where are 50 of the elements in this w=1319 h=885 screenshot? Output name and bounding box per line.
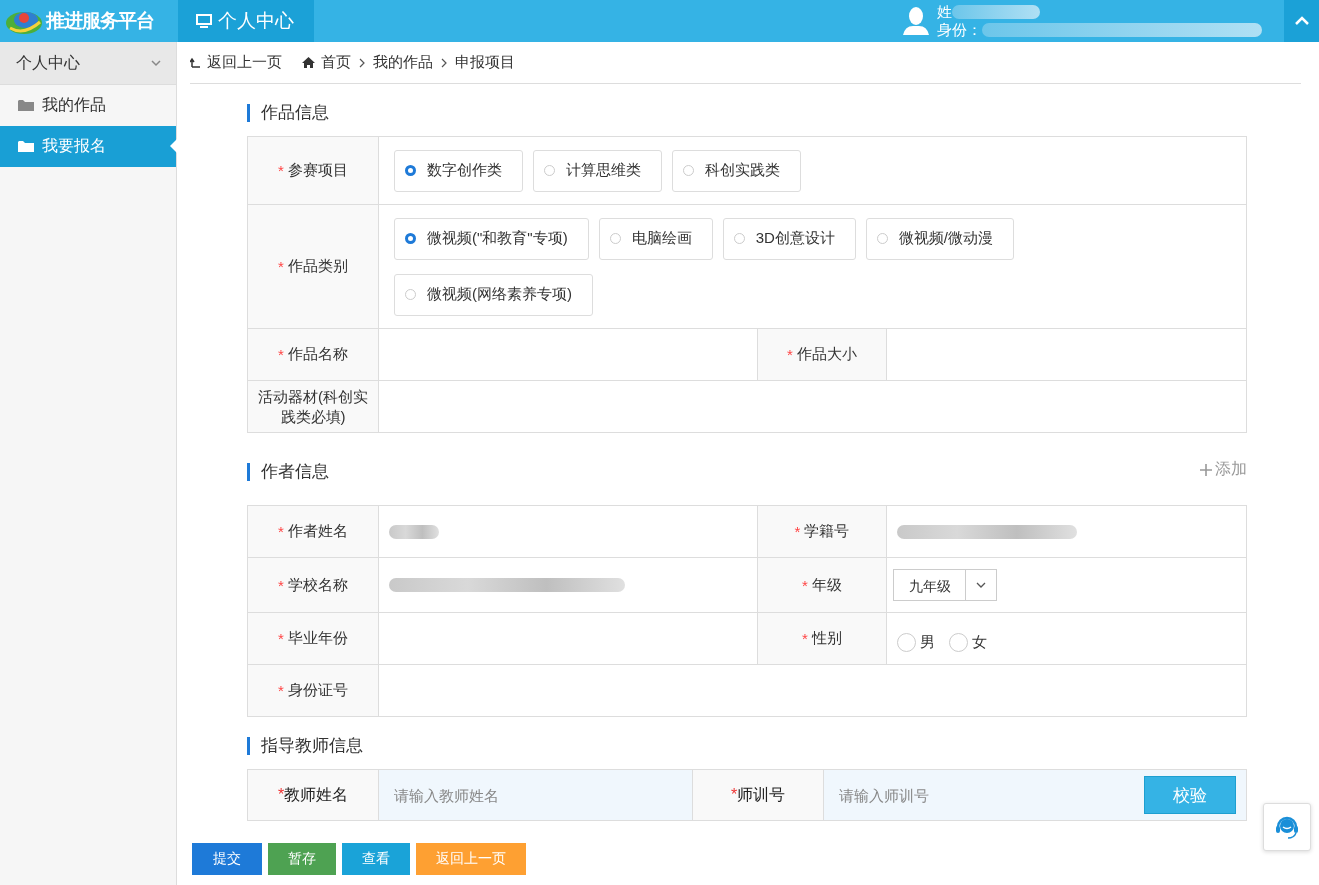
field-label: * 性别	[757, 613, 887, 664]
radio-option[interactable]: 3D创意设计	[722, 217, 856, 260]
chevron-right-icon	[441, 57, 447, 68]
field-label: * 参赛项目	[248, 137, 379, 204]
field-label: 活动器材(科创实践类必填)	[248, 381, 379, 432]
identity-label: 身份：	[937, 21, 982, 39]
radio-option[interactable]: 微视频("和教育"专项)	[394, 217, 589, 260]
radio-option[interactable]: 科创实践类	[672, 149, 801, 192]
field-label: * 身份证号	[248, 665, 379, 716]
field-label: * 年级	[757, 558, 887, 612]
radio-option[interactable]: 微视频(网络素养专项)	[394, 273, 593, 316]
platform-name: 推进服务平台	[46, 9, 154, 33]
radio-option[interactable]: 女	[949, 633, 987, 652]
field-label: * 毕业年份	[248, 613, 379, 664]
field-label: * 学校名称	[248, 558, 379, 612]
caret-icon	[976, 582, 986, 588]
section-title: 作品信息	[247, 104, 1247, 122]
back-link[interactable]: 返回上一页	[190, 53, 282, 72]
folder-icon	[18, 99, 34, 112]
user-name: 姓	[937, 3, 952, 21]
field-label: * 作品名称	[248, 329, 379, 380]
chevron-up-icon	[1293, 16, 1310, 26]
field-label: * 作者姓名	[248, 506, 379, 557]
radio-option[interactable]: 微视频/微动漫	[865, 217, 1014, 260]
action-button[interactable]: 提交	[192, 843, 262, 875]
radio-option[interactable]: 电脑绘画	[598, 217, 713, 260]
field-label: * 作品大小	[757, 329, 887, 380]
return-arrow-icon	[190, 57, 201, 68]
field-label: * 作品类别	[248, 205, 379, 328]
home-icon	[302, 57, 315, 68]
section-title: 作者信息	[247, 463, 329, 481]
radio-option[interactable]: 数字创作类	[394, 149, 523, 192]
monitor-icon	[196, 13, 212, 29]
breadcrumb-link[interactable]: 首页	[321, 53, 351, 72]
breadcrumb-link[interactable]: 申报项目	[455, 53, 515, 72]
radio-option[interactable]: 男	[897, 633, 935, 652]
folder-icon	[18, 140, 34, 153]
grade-select[interactable]: 九年级	[893, 569, 997, 601]
breadcrumb-link[interactable]: 我的作品	[373, 53, 433, 72]
user-icon	[901, 6, 931, 36]
collapse-button[interactable]	[1284, 0, 1319, 42]
sidebar-item[interactable]: 我的作品	[0, 85, 176, 126]
chevron-right-icon	[359, 57, 365, 68]
support-button[interactable]	[1263, 803, 1311, 851]
sidebar-group[interactable]: 个人中心	[0, 42, 176, 85]
headset-icon	[1274, 814, 1300, 840]
radio-option[interactable]: 计算思维类	[533, 149, 662, 192]
plus-icon	[1200, 463, 1212, 476]
field-label: * 学籍号	[757, 506, 887, 557]
section-title: 指导教师信息	[247, 737, 1247, 755]
